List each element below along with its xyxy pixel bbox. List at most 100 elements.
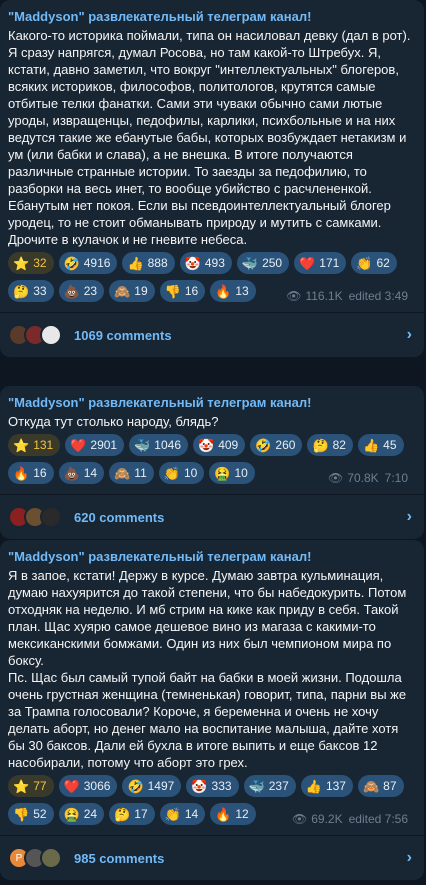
reaction-chip[interactable]: 🔥 16 (8, 462, 54, 484)
chevron-right-icon: › (406, 508, 412, 525)
reaction-emoji: 🤡 (198, 437, 215, 453)
reaction-count: 52 (33, 807, 47, 821)
channel-post[interactable]: "Maddyson" развлекательный телеграм кана… (0, 540, 424, 880)
reaction-count: 250 (262, 256, 283, 270)
reaction-emoji: 💩 (63, 283, 80, 299)
reaction-emoji: ❤️ (63, 778, 80, 794)
reaction-chip[interactable]: 🤔 82 (307, 434, 353, 456)
reaction-emoji: 🤔 (312, 437, 329, 453)
reaction-chip[interactable]: 👍 137 (300, 775, 353, 797)
reaction-count: 171 (319, 256, 340, 270)
channel-name[interactable]: "Maddyson" развлекательный телеграм кана… (8, 548, 412, 566)
reaction-chip[interactable]: 🤣 4916 (58, 252, 118, 274)
reaction-emoji: ❤️ (70, 437, 87, 453)
reaction-emoji: 🙈 (114, 283, 131, 299)
reaction-chip[interactable]: 🙈 19 (109, 280, 155, 302)
reaction-chip[interactable]: ⭐ 77 (8, 775, 54, 797)
reaction-emoji: ⭐ (13, 437, 30, 453)
commenter-avatar (40, 324, 62, 346)
reaction-emoji: 🤡 (191, 778, 208, 794)
reaction-emoji: 🤡 (184, 255, 201, 271)
reaction-emoji: 🐳 (248, 778, 265, 794)
reaction-chip[interactable]: 🤔 33 (8, 280, 54, 302)
reaction-chip[interactable]: 💩 23 (58, 280, 105, 302)
reaction-count: 493 (204, 256, 225, 270)
reaction-chip[interactable]: 🤡 409 (193, 434, 246, 456)
reaction-chip[interactable]: 🤡 333 (186, 775, 239, 797)
reaction-chip[interactable]: 🔥 13 (210, 280, 256, 302)
reaction-chip[interactable]: 👏 62 (351, 252, 397, 274)
commenter-avatars (8, 324, 62, 346)
channel-post[interactable]: "Maddyson" развлекательный телеграм кана… (0, 0, 424, 357)
reaction-emoji: 🤣 (63, 255, 80, 271)
reaction-chip[interactable]: 👎 52 (8, 803, 54, 825)
reaction-chip[interactable]: ❤️ 2901 (65, 434, 125, 456)
reaction-emoji: 👍 (362, 437, 380, 453)
reaction-chip[interactable]: 🙈 11 (109, 462, 154, 484)
chevron-right-icon: › (406, 326, 412, 343)
reaction-emoji: 🙈 (114, 465, 131, 481)
reaction-emoji: 🤔 (114, 806, 131, 822)
reaction-chip[interactable]: 🤡 493 (179, 252, 232, 274)
channel-post[interactable]: "Maddyson" развлекательный телеграм кана… (0, 386, 424, 539)
reaction-chip[interactable]: 💩 14 (58, 462, 105, 484)
reaction-chip[interactable]: 👏 10 (158, 462, 205, 484)
reaction-chip[interactable]: 🤮 10 (209, 462, 255, 484)
reaction-emoji: 🤮 (63, 806, 80, 822)
reaction-chip[interactable]: 🙈 87 (357, 775, 404, 797)
reaction-count: 4916 (83, 256, 111, 270)
reaction-emoji: 👏 (356, 255, 373, 271)
reaction-emoji: 👍 (305, 778, 322, 794)
reaction-chip[interactable]: ⭐ 131 (8, 434, 61, 456)
reaction-count: 131 (33, 438, 54, 452)
reaction-count: 409 (218, 438, 239, 452)
reaction-emoji: 🙈 (362, 778, 380, 794)
eye-icon: 👁 (286, 289, 302, 303)
comments-button[interactable]: 620 comments › (0, 495, 424, 539)
post-text: Какого-то историка поймали, типа он наси… (8, 28, 415, 247)
reaction-count: 19 (134, 284, 148, 298)
reaction-emoji: 🔥 (215, 283, 232, 299)
comments-button[interactable]: 1069 comments › (0, 313, 424, 357)
reaction-emoji: 💩 (63, 465, 80, 481)
reaction-count: 87 (383, 779, 397, 793)
reaction-count: 14 (83, 466, 98, 480)
reaction-count: 14 (184, 807, 199, 821)
reaction-chip[interactable]: ❤️ 3066 (58, 775, 118, 797)
reaction-count: 82 (332, 438, 346, 452)
reaction-chip[interactable]: 🐳 1046 (129, 434, 188, 456)
reaction-chip[interactable]: 👍 45 (357, 434, 404, 456)
channel-name[interactable]: "Maddyson" развлекательный телеграм кана… (8, 8, 412, 26)
reaction-chip[interactable]: ⭐ 32 (8, 252, 54, 274)
reaction-count: 45 (383, 438, 397, 452)
reaction-chip[interactable]: 👍 888 (122, 252, 175, 274)
chevron-right-icon: › (406, 849, 412, 866)
reaction-chip[interactable]: 🤮 24 (58, 803, 105, 825)
reaction-chip[interactable]: 🤣 1497 (122, 775, 182, 797)
comments-count: 985 comments (74, 850, 165, 866)
reaction-chip[interactable]: ❤️ 171 (294, 252, 347, 274)
reaction-chip[interactable]: 🤣 260 (250, 434, 303, 456)
comments-count: 1069 comments (74, 327, 172, 343)
comments-button[interactable]: P 985 comments › (0, 836, 424, 880)
reaction-count: 11 (134, 466, 147, 480)
reaction-chip[interactable]: 🐳 237 (243, 775, 296, 797)
reaction-count: 24 (83, 807, 98, 821)
reaction-count: 33 (33, 284, 47, 298)
post-time: 7:10 (384, 471, 408, 485)
reaction-chip[interactable]: 👏 14 (159, 803, 206, 825)
reaction-emoji: 👏 (164, 806, 181, 822)
reaction-count: 1046 (154, 438, 181, 452)
reaction-count: 137 (325, 779, 346, 793)
reaction-count: 13 (235, 284, 249, 298)
reaction-chip[interactable]: 🔥 12 (210, 803, 256, 825)
reaction-chip[interactable]: 👎 16 (159, 280, 206, 302)
reaction-chip[interactable]: 🤔 17 (109, 803, 155, 825)
view-count: 116.1K (305, 289, 343, 303)
reaction-emoji: ⭐ (13, 255, 30, 271)
reaction-chip[interactable]: 🐳 250 (236, 252, 290, 274)
reaction-count: 888 (147, 256, 168, 270)
reaction-count: 3066 (83, 779, 111, 793)
channel-name[interactable]: "Maddyson" развлекательный телеграм кана… (8, 394, 412, 412)
post-text: Я в запое, кстати! Держу в курсе. Думаю … (8, 568, 407, 770)
